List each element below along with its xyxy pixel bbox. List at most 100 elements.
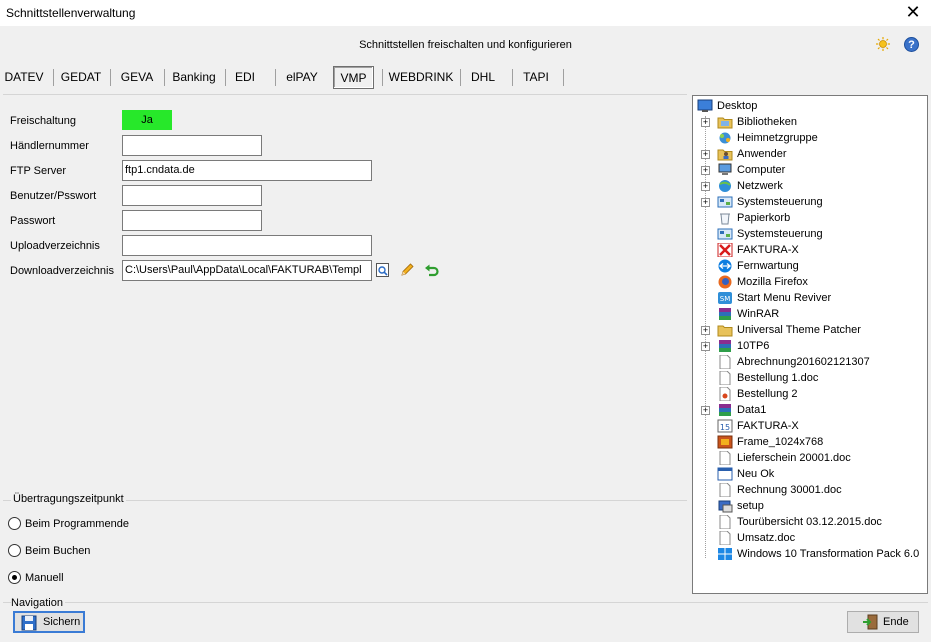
recycle-bin-icon: [720, 213, 730, 225]
tab-edi[interactable]: EDI: [230, 66, 260, 89]
benutzer-input[interactable]: [122, 185, 262, 206]
firefox-icon: [718, 275, 732, 289]
freischaltung-status[interactable]: Ja: [122, 110, 172, 130]
document-icon: [719, 387, 731, 401]
undo-arrow-icon[interactable]: [424, 262, 440, 278]
benutzer-label: Benutzer/Psswort: [10, 190, 97, 202]
expand-icon[interactable]: +: [701, 326, 710, 335]
settings-sun-icon[interactable]: [876, 37, 890, 51]
winrar-icon: [719, 404, 731, 416]
ftp-server-label: FTP Server: [10, 165, 67, 177]
radio-indicator: [8, 517, 21, 530]
close-icon[interactable]: ✕: [903, 2, 923, 22]
window-title: Schnittstellenverwaltung: [6, 6, 136, 20]
radio-label: Beim Buchen: [25, 545, 91, 557]
tab-separator: [164, 69, 165, 86]
passwort-label: Passwort: [10, 215, 56, 227]
tab-separator: [512, 69, 513, 86]
homegroup-icon: [719, 132, 731, 144]
tab-banking[interactable]: Banking: [169, 66, 219, 89]
expand-icon[interactable]: +: [701, 118, 710, 127]
freischaltung-label: Freischaltung: [10, 115, 77, 127]
tab-elpay[interactable]: elPAY: [282, 66, 322, 89]
calendar-icon: 15: [717, 419, 733, 433]
file-icon: [719, 531, 731, 545]
radio-indicator: [8, 544, 21, 557]
file-icon: [719, 371, 731, 385]
file-icon: [719, 483, 731, 497]
control-panel-icon: [717, 228, 733, 240]
window-client: Schnittstellen freischalten und konfigur…: [0, 26, 931, 642]
tab-separator: [53, 69, 54, 86]
image-icon: [717, 435, 733, 449]
pencil-icon[interactable]: [399, 262, 415, 278]
computer-icon: [718, 163, 732, 175]
download-label: Downloadverzeichnis: [10, 265, 114, 277]
uebertragung-group: Übertragungszeitpunkt: [3, 493, 687, 596]
title-bar: Schnittstellenverwaltung ✕: [0, 0, 931, 26]
svg-text:SM: SM: [720, 295, 730, 303]
save-button[interactable]: Sichern: [13, 611, 85, 633]
expand-icon[interactable]: +: [701, 198, 710, 207]
setup-icon: [718, 500, 733, 513]
faktura-x-icon: [717, 243, 733, 257]
user-folder-icon: [717, 149, 733, 161]
tab-vmp[interactable]: VMP: [333, 66, 374, 89]
tab-separator: [563, 69, 564, 86]
tab-datev[interactable]: DATEV: [2, 66, 46, 89]
tab-dhl[interactable]: DHL: [466, 66, 500, 89]
radio-beim-buchen[interactable]: Beim Buchen: [8, 544, 90, 558]
file-icon: [719, 355, 731, 369]
tab-separator: [225, 69, 226, 86]
expand-icon[interactable]: +: [701, 182, 710, 191]
radio-manuell[interactable]: Manuell: [8, 571, 64, 585]
tab-tapi[interactable]: TAPI: [518, 66, 554, 89]
upload-label: Uploadverzeichnis: [10, 240, 100, 252]
browse-folder-icon[interactable]: [375, 262, 391, 278]
navigation-title: Navigation: [11, 597, 65, 609]
svg-text:15: 15: [720, 423, 730, 432]
upload-input[interactable]: [122, 235, 372, 256]
tab-gedat[interactable]: GEDAT: [58, 66, 104, 89]
folder-icon: [717, 325, 733, 337]
network-icon: [719, 180, 731, 192]
tab-separator: [110, 69, 111, 86]
passwort-input[interactable]: [122, 210, 262, 231]
expand-icon[interactable]: +: [701, 150, 710, 159]
end-button[interactable]: Ende: [847, 611, 919, 633]
tab-separator: [275, 69, 276, 86]
expand-icon[interactable]: +: [701, 342, 710, 351]
floppy-disk-icon: [21, 615, 37, 631]
uebertragung-title: Übertragungszeitpunkt: [11, 493, 126, 505]
vmp-settings-panel: [3, 94, 687, 494]
file-icon: [719, 515, 731, 529]
expand-icon[interactable]: +: [701, 406, 710, 415]
tab-webdrink[interactable]: WEBDRINK: [388, 66, 454, 89]
exit-door-icon: [863, 614, 878, 630]
winrar-icon: [719, 308, 731, 320]
navigation-group: Navigation: [3, 597, 928, 640]
library-folder-icon: [717, 117, 733, 129]
tab-separator: [460, 69, 461, 86]
tab-separator: [382, 69, 383, 86]
radio-label: Beim Programmende: [25, 518, 129, 530]
teamviewer-icon: [718, 259, 732, 273]
radio-beim-programmende[interactable]: Beim Programmende: [8, 517, 129, 531]
windows-logo-icon: [718, 548, 732, 560]
ftp-server-input[interactable]: ftp1.cndata.de: [122, 160, 372, 181]
control-panel-icon: [717, 196, 733, 208]
winrar-icon: [719, 340, 731, 352]
expand-icon[interactable]: +: [701, 166, 710, 175]
desktop-icon: [697, 99, 713, 112]
radio-indicator: [8, 571, 21, 584]
help-icon[interactable]: ?: [904, 37, 919, 52]
file-icon: [719, 451, 731, 465]
radio-label: Manuell: [25, 572, 64, 584]
page-caption: Schnittstellen freischalten und konfigur…: [359, 39, 572, 51]
haendlernummer-input[interactable]: [122, 135, 262, 156]
haendlernummer-label: Händlernummer: [10, 140, 89, 152]
tab-geva[interactable]: GEVA: [116, 66, 158, 89]
folder-tree[interactable]: Desktop Bibliotheken Heimnetzgruppe Anwe…: [692, 95, 928, 594]
download-input[interactable]: C:\Users\Paul\AppData\Local\FAKTURAB\Tem…: [122, 260, 372, 281]
window-icon: [717, 467, 733, 481]
